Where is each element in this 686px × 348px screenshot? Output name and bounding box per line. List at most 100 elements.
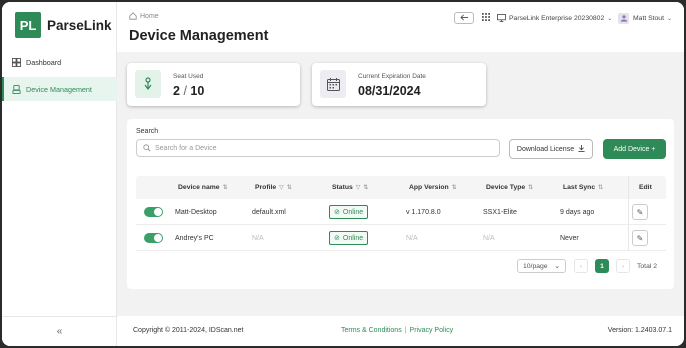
collapse-icon: « [56, 326, 63, 337]
user-menu[interactable]: Matt Stout ⌄ [618, 12, 672, 24]
cell-edit: ✎ [628, 199, 666, 224]
sidebar: PL ParseLink Dashboard Device Management… [2, 2, 117, 346]
cell-device-name: Andrey's PC [175, 234, 214, 242]
search-placeholder: Search for a Device [155, 144, 217, 152]
workspace-selector[interactable]: ParseLink Enterprise 20230802 ⌄ [497, 12, 612, 24]
device-icon [12, 84, 21, 94]
cell-device-type: N/A [483, 234, 495, 242]
add-device-button[interactable]: Add Device + [603, 139, 666, 159]
back-arrow-icon [459, 14, 469, 23]
cell-profile: N/A [252, 234, 264, 242]
cell-app-version: v 1.170.8.0 [406, 208, 441, 216]
filter-icon: ▽ [355, 185, 361, 191]
cell-profile: default.xml [252, 208, 286, 216]
workspace-name: ParseLink Enterprise 20230802 [509, 14, 605, 22]
enabled-toggle[interactable] [144, 225, 163, 251]
sort-icon: ⇅ [222, 185, 228, 191]
col-profile[interactable]: Profile ▽ ⇅ [255, 176, 292, 199]
sidebar-collapse-button[interactable]: « [2, 316, 117, 346]
page-size-value: 10/page [523, 262, 548, 270]
cell-device-name: Matt-Desktop [175, 208, 217, 216]
check-circle-icon: ⊘ [334, 209, 340, 216]
back-button[interactable] [454, 12, 474, 24]
search-input[interactable]: Search for a Device [136, 139, 500, 157]
chevron-left-icon: ‹ [579, 262, 583, 270]
search-icon [143, 144, 151, 152]
col-device-name[interactable]: Device name ⇅ [178, 176, 228, 199]
download-license-button[interactable]: Download License [509, 139, 593, 159]
toggle-switch[interactable] [144, 233, 163, 243]
home-icon [129, 12, 137, 20]
page-size-select[interactable]: 10/page ⌄ [517, 259, 566, 273]
seat-used-value: 2 / 10 [173, 84, 204, 98]
monitor-icon [497, 14, 506, 22]
dashboard-icon [12, 57, 21, 67]
breadcrumb[interactable]: Home [129, 12, 159, 20]
total-count: Total 2 [637, 262, 658, 270]
copyright-text: Copyright © 2011-2024, IDScan.net [133, 327, 244, 334]
seat-used-label: Seat Used [173, 73, 204, 80]
col-app-version[interactable]: App Version ⇅ [409, 176, 457, 199]
cell-edit: ✎ [628, 225, 666, 250]
edit-button[interactable]: ✎ [632, 230, 648, 246]
cell-status: ⊘ Online [329, 225, 369, 251]
footer-links: Terms & Conditions | Privacy Policy [341, 327, 453, 334]
expiration-label: Current Expiration Date [358, 73, 426, 80]
prev-page-button[interactable]: ‹ [574, 259, 588, 273]
sort-icon: ⇅ [451, 185, 457, 191]
col-device-type[interactable]: Device Type ⇅ [486, 176, 533, 199]
col-edit: Edit [628, 176, 666, 199]
sort-icon: ⇅ [598, 185, 604, 191]
breadcrumb-home: Home [140, 12, 159, 20]
footer-divider: | [404, 327, 407, 334]
sidebar-item-dashboard[interactable]: Dashboard [2, 50, 117, 74]
sort-icon: ⇅ [363, 185, 369, 191]
seats-total-count: 10 [190, 84, 205, 98]
logo[interactable]: PL ParseLink [15, 12, 112, 38]
next-page-button[interactable]: › [616, 259, 630, 273]
page-title: Device Management [129, 28, 269, 44]
status-badge: ⊘ Online [329, 205, 369, 219]
expiration-card: Current Expiration Date 08/31/2024 [312, 63, 486, 106]
expiration-value: 08/31/2024 [358, 84, 421, 98]
cell-last-sync: 9 days ago [560, 208, 595, 216]
device-table: Device name ⇅ Profile ▽ ⇅ Status ▽ ⇅ App Vers… [136, 176, 666, 251]
terms-link[interactable]: Terms & Conditions [341, 327, 402, 334]
apps-grid-button[interactable] [481, 12, 491, 24]
col-status[interactable]: Status ▽ ⇅ [332, 176, 368, 199]
privacy-link[interactable]: Privacy Policy [410, 327, 454, 334]
app-window: PL ParseLink Dashboard Device Management… [2, 2, 684, 346]
check-circle-icon: ⊘ [334, 235, 340, 242]
col-edit-label: Edit [639, 184, 652, 191]
cell-device-type: SSX1-Elite [483, 208, 517, 216]
chevron-right-icon: › [621, 262, 625, 270]
chevron-down-icon: ⌄ [554, 263, 560, 270]
search-label: Search [136, 128, 159, 135]
sidebar-item-device-management[interactable]: Device Management [2, 77, 117, 101]
logo-mark: PL [15, 12, 41, 38]
device-panel: Search Search for a Device Download Lice… [127, 119, 674, 289]
toggle-switch[interactable] [144, 207, 163, 217]
chevron-down-icon: ⌄ [666, 15, 673, 22]
version-text: Version: 1.2403.07.1 [607, 327, 672, 334]
seat-separator: / [183, 84, 187, 98]
chevron-down-icon: ⌄ [607, 15, 613, 22]
cell-last-sync: Never [560, 234, 579, 242]
grid-icon [482, 13, 490, 23]
edit-icon: ✎ [636, 233, 644, 243]
download-icon [578, 144, 585, 154]
status-badge: ⊘ Online [329, 231, 369, 245]
sort-icon: ⇅ [286, 185, 292, 191]
sort-icon: ⇅ [528, 185, 534, 191]
col-last-sync[interactable]: Last Sync ⇅ [563, 176, 603, 199]
seat-used-card: Seat Used 2 / 10 [127, 63, 300, 106]
header: Home Device Management ParseLink Enterpr… [117, 2, 684, 52]
enabled-toggle[interactable] [144, 199, 163, 225]
calendar-icon [320, 70, 346, 98]
table-row: Matt-Desktop default.xml ⊘ Online v 1.170… [136, 199, 666, 225]
page-number-button[interactable]: 1 [595, 259, 609, 273]
edit-button[interactable]: ✎ [632, 204, 648, 220]
download-license-label: Download License [516, 145, 575, 153]
avatar [618, 12, 629, 24]
user-name: Matt Stout [633, 14, 664, 22]
